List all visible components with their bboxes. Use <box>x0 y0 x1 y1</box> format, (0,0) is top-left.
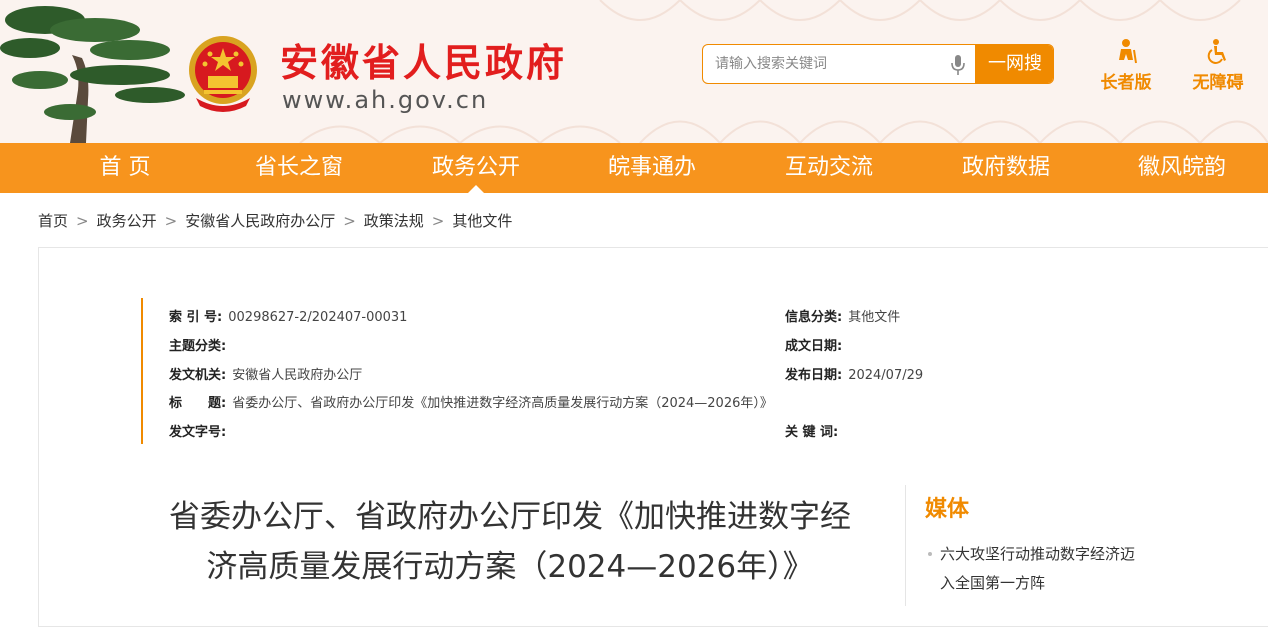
nav-item-culture[interactable]: 徽风皖韵 <box>1102 143 1262 193</box>
meta-category: 信息分类: 其他文件 <box>785 306 900 325</box>
meta-index-key: 索 引 号: <box>169 310 223 325</box>
breadcrumb-other-docs[interactable]: 其他文件 <box>452 212 512 230</box>
search-box: 一网搜 <box>702 44 1054 84</box>
meta-issuer-key: 发文机关: <box>169 368 227 383</box>
breadcrumb-policy[interactable]: 政策法规 <box>364 212 424 230</box>
breadcrumb: 首页 > 政务公开 > 安徽省人民政府办公厅 > 政策法规 > 其他文件 <box>38 210 512 231</box>
media-heading: 媒体 <box>925 497 970 522</box>
meta-published-value: 2024/07/29 <box>848 368 924 383</box>
bullet-icon <box>928 552 932 556</box>
site-name: 安徽省人民政府 <box>280 41 568 85</box>
pine-tree-logo <box>0 6 185 143</box>
nav-item-home[interactable]: 首 页 <box>45 143 205 193</box>
meta-category-value: 其他文件 <box>848 310 901 325</box>
meta-title: 标 题: 省委办公厅、省政府办公厅印发《加快推进数字经济高质量发展行动方案（202… <box>169 392 773 411</box>
meta-published: 发布日期: 2024/07/29 <box>785 364 923 383</box>
breadcrumb-separator-icon: > <box>76 212 89 230</box>
wheelchair-icon <box>1207 39 1226 64</box>
meta-index: 索 引 号: 00298627-2/202407-00031 <box>169 306 407 325</box>
meta-published-key: 发布日期: <box>785 368 843 383</box>
elder-mode-button[interactable]: 长者版 <box>1094 38 1158 93</box>
meta-created-key: 成文日期: <box>785 339 843 354</box>
meta-accent-bar <box>141 298 143 444</box>
meta-topic: 主题分类: <box>169 335 232 354</box>
breadcrumb-separator-icon: > <box>343 212 356 230</box>
nav-item-gov-affairs[interactable]: 政务公开 <box>396 143 556 193</box>
meta-created: 成文日期: <box>785 335 848 354</box>
national-emblem-icon <box>189 36 257 112</box>
meta-docno-key: 发文字号: <box>169 425 227 440</box>
media-list-item[interactable]: 六大攻坚行动推动数字经济迈 入全国第一方阵 <box>928 540 1178 598</box>
main-nav: 首 页 省长之窗 政务公开 皖事通办 互动交流 政府数据 徽风皖韵 <box>0 143 1268 193</box>
accessibility-button[interactable]: 无障碍 <box>1186 38 1250 93</box>
meta-title-value: 省委办公厅、省政府办公厅印发《加快推进数字经济高质量发展行动方案（2024—20… <box>232 396 773 411</box>
meta-issuer: 发文机关: 安徽省人民政府办公厅 <box>169 364 362 383</box>
breadcrumb-home[interactable]: 首页 <box>38 212 68 230</box>
breadcrumb-office[interactable]: 安徽省人民政府办公厅 <box>185 212 335 230</box>
nav-item-services[interactable]: 皖事通办 <box>572 143 732 193</box>
breadcrumb-separator-icon: > <box>431 212 445 230</box>
meta-issuer-value: 安徽省人民政府办公厅 <box>232 368 363 383</box>
site-url: www.ah.gov.cn <box>282 86 489 114</box>
meta-docno: 发文字号: <box>169 421 232 440</box>
nav-item-gov-data[interactable]: 政府数据 <box>926 143 1086 193</box>
breadcrumb-separator-icon: > <box>164 212 178 230</box>
sidebar-divider <box>905 485 906 606</box>
search-input[interactable] <box>703 45 977 83</box>
site-header: 安徽省人民政府 www.ah.gov.cn 一网搜 长者版 无障碍 <box>0 0 1268 143</box>
nav-item-interaction[interactable]: 互动交流 <box>749 143 909 193</box>
article-title-line-1: 省委办公厅、省政府办公厅印发《加快推进数字经 <box>169 499 851 535</box>
breadcrumb-gov-affairs[interactable]: 政务公开 <box>97 212 157 230</box>
media-item-line-2[interactable]: 入全国第一方阵 <box>928 569 1178 598</box>
meta-keywords: 关 键 词: <box>785 421 844 440</box>
elder-icon <box>1119 39 1137 64</box>
search-button[interactable]: 一网搜 <box>975 45 1053 83</box>
meta-category-key: 信息分类: <box>785 310 843 325</box>
article-title: 省委办公厅、省政府办公厅印发《加快推进数字经 济高质量发展行动方案（2024—2… <box>130 492 890 592</box>
meta-title-key: 标 题: <box>169 396 227 411</box>
nav-item-governor[interactable]: 省长之窗 <box>219 143 379 193</box>
meta-index-value: 00298627-2/202407-00031 <box>228 310 408 325</box>
media-item-line-1[interactable]: 六大攻坚行动推动数字经济迈 <box>928 540 1178 569</box>
accessibility-label: 无障碍 <box>1192 73 1244 93</box>
microphone-icon[interactable] <box>951 54 965 76</box>
meta-topic-key: 主题分类: <box>169 339 227 354</box>
meta-keywords-key: 关 键 词: <box>785 425 839 440</box>
article-title-line-2: 济高质量发展行动方案（2024—2026年）》 <box>206 549 814 585</box>
elder-mode-label: 长者版 <box>1100 73 1152 93</box>
